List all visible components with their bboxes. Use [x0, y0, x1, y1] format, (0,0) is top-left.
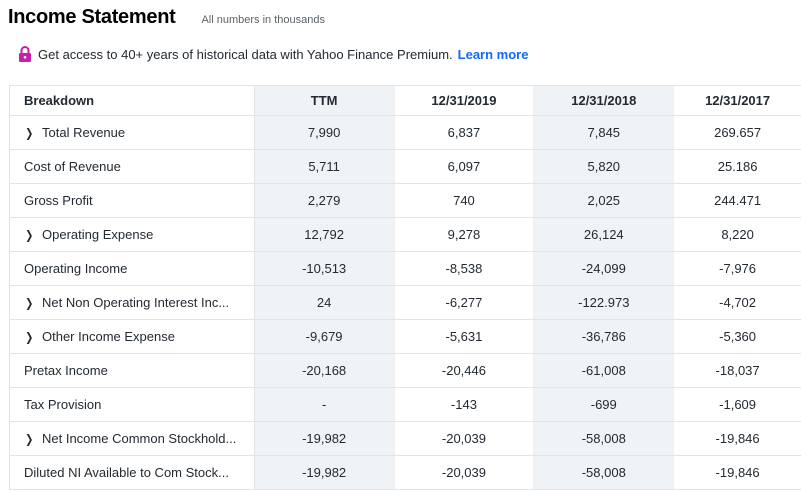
row-label-cell: Tax Provision: [10, 388, 255, 421]
column-header-2018: 12/31/2018: [534, 86, 675, 115]
value-cell: 6,837: [395, 116, 535, 149]
value-cell: -20,446: [395, 354, 535, 387]
value-cell: 740: [395, 184, 535, 217]
value-cell: 5,711: [254, 150, 395, 183]
row-label-cell: Cost of Revenue: [10, 150, 255, 183]
table-row: Tax Provision - -143 -699 -1,609: [10, 388, 801, 422]
value-cell: -20,168: [254, 354, 395, 387]
row-label: Operating Expense: [42, 227, 154, 242]
page-title: Income Statement: [8, 6, 176, 28]
value-cell: -18,037: [715, 363, 760, 378]
row-label-cell[interactable]: ❯ Operating Expense: [10, 218, 255, 251]
row-label-cell[interactable]: ❯ Net Income Common Stockhold...: [10, 422, 255, 455]
table-row[interactable]: ❯ Other Income Expense -9,679 -5,631 -36,786…: [10, 320, 801, 354]
value-cell: 7,845: [534, 116, 675, 149]
value-cell: -: [254, 388, 395, 421]
value-cell: 12,792: [254, 218, 395, 251]
column-header-ttm: TTM: [254, 86, 395, 115]
row-label: Other Income Expense: [42, 329, 175, 344]
row-label: Total Revenue: [42, 125, 126, 140]
row-label-cell: Operating Income: [10, 252, 255, 285]
row-label-cell[interactable]: ❯ Other Income Expense: [10, 320, 255, 353]
value-cell: 7,990: [254, 116, 395, 149]
table-row[interactable]: ❯ Net Income Common Stockhold... -19,982 -2…: [10, 422, 801, 456]
lock-icon: [18, 45, 32, 63]
value-cell: 6,097: [395, 150, 535, 183]
value-cell: 25.186: [717, 159, 758, 174]
table-row: Operating Income -10,513 -8,538 -24,099 -7,9…: [10, 252, 801, 286]
value-cell: -58,008: [534, 456, 675, 489]
table-header-row: Breakdown TTM 12/31/2019 12/31/2018 12/3…: [10, 86, 801, 116]
value-cell: 2,279: [254, 184, 395, 217]
value-cell: -6,277: [395, 286, 535, 319]
row-label: Pretax Income: [24, 363, 108, 378]
row-label-cell[interactable]: ❯ Net Non Operating Interest Inc...: [10, 286, 255, 319]
value-cell: -9,679: [254, 320, 395, 353]
value-cell: 2,025: [534, 184, 675, 217]
column-header-2019: 12/31/2019: [395, 86, 535, 115]
value-cell: -19,982: [254, 456, 395, 489]
value-cell: 24: [254, 286, 395, 319]
value-cell: -19,846: [715, 431, 760, 446]
value-cell: -4,702: [719, 295, 757, 310]
value-cell: 269.657: [714, 125, 762, 140]
table-body: ❯ Total Revenue 7,990 6,837 7,845 269.657 Cost…: [10, 116, 801, 490]
value-cell: -10,513: [254, 252, 395, 285]
table-row[interactable]: ❯ Operating Expense 12,792 9,278 26,124 8,220: [10, 218, 801, 252]
row-label: Net Non Operating Interest Inc...: [42, 295, 230, 310]
row-label: Tax Provision: [24, 397, 102, 412]
table-row: Pretax Income -20,168 -20,446 -61,008 -18,03…: [10, 354, 801, 388]
value-cell: 5,820: [534, 150, 675, 183]
value-cell: -699: [534, 388, 675, 421]
value-cell: -61,008: [534, 354, 675, 387]
value-cell: -7,976: [719, 261, 757, 276]
row-label: Operating Income: [24, 261, 128, 276]
column-header-2017: 12/31/2017: [705, 93, 771, 108]
learn-more-link[interactable]: Learn more: [458, 47, 529, 62]
units-note: All numbers in thousands: [201, 14, 325, 26]
value-cell: -19,846: [715, 465, 760, 480]
chevron-right-icon[interactable]: ❯: [25, 432, 35, 446]
table-row: Diluted NI Available to Com Stock... -19,…: [10, 456, 801, 490]
value-cell: -8,538: [395, 252, 535, 285]
value-cell: -36,786: [534, 320, 675, 353]
row-label-cell: Gross Profit: [10, 184, 255, 217]
chevron-right-icon[interactable]: ❯: [25, 296, 35, 310]
table-row: Cost of Revenue 5,711 6,097 5,820 25.186: [10, 150, 801, 184]
row-label-cell: Diluted NI Available to Com Stock...: [10, 456, 255, 489]
income-statement-table: Breakdown TTM 12/31/2019 12/31/2018 12/3…: [9, 85, 801, 490]
value-cell: 9,278: [395, 218, 535, 251]
chevron-right-icon[interactable]: ❯: [25, 330, 35, 344]
value-cell: -5,360: [719, 329, 757, 344]
value-cell: -143: [395, 388, 535, 421]
page-header: Income Statement All numbers in thousand…: [8, 6, 325, 32]
table-row[interactable]: ❯ Net Non Operating Interest Inc... 24 -6,2…: [10, 286, 801, 320]
value-cell: -20,039: [395, 422, 535, 455]
row-label: Diluted NI Available to Com Stock...: [24, 465, 229, 480]
premium-promo: Get access to 40+ years of historical da…: [18, 44, 528, 64]
value-cell: 244.471: [714, 193, 762, 208]
table-row[interactable]: ❯ Total Revenue 7,990 6,837 7,845 269.657: [10, 116, 801, 150]
row-label: Gross Profit: [24, 193, 93, 208]
value-cell: -1,609: [719, 397, 757, 412]
row-label: Cost of Revenue: [24, 159, 121, 174]
row-label: Net Income Common Stockhold...: [42, 431, 237, 446]
promo-text: Get access to 40+ years of historical da…: [38, 46, 453, 62]
row-label-cell[interactable]: ❯ Total Revenue: [10, 116, 255, 149]
value-cell: -20,039: [395, 456, 535, 489]
value-cell: 8,220: [721, 227, 754, 242]
value-cell: -58,008: [534, 422, 675, 455]
table-row: Gross Profit 2,279 740 2,025 244.471: [10, 184, 801, 218]
chevron-right-icon[interactable]: ❯: [25, 126, 35, 140]
value-cell: -122.973: [534, 286, 675, 319]
value-cell: -19,982: [254, 422, 395, 455]
value-cell: -5,631: [395, 320, 535, 353]
column-header-breakdown: Breakdown: [10, 86, 255, 115]
chevron-right-icon[interactable]: ❯: [25, 228, 35, 242]
value-cell: 26,124: [534, 218, 675, 251]
value-cell: -24,099: [534, 252, 675, 285]
row-label-cell: Pretax Income: [10, 354, 255, 387]
